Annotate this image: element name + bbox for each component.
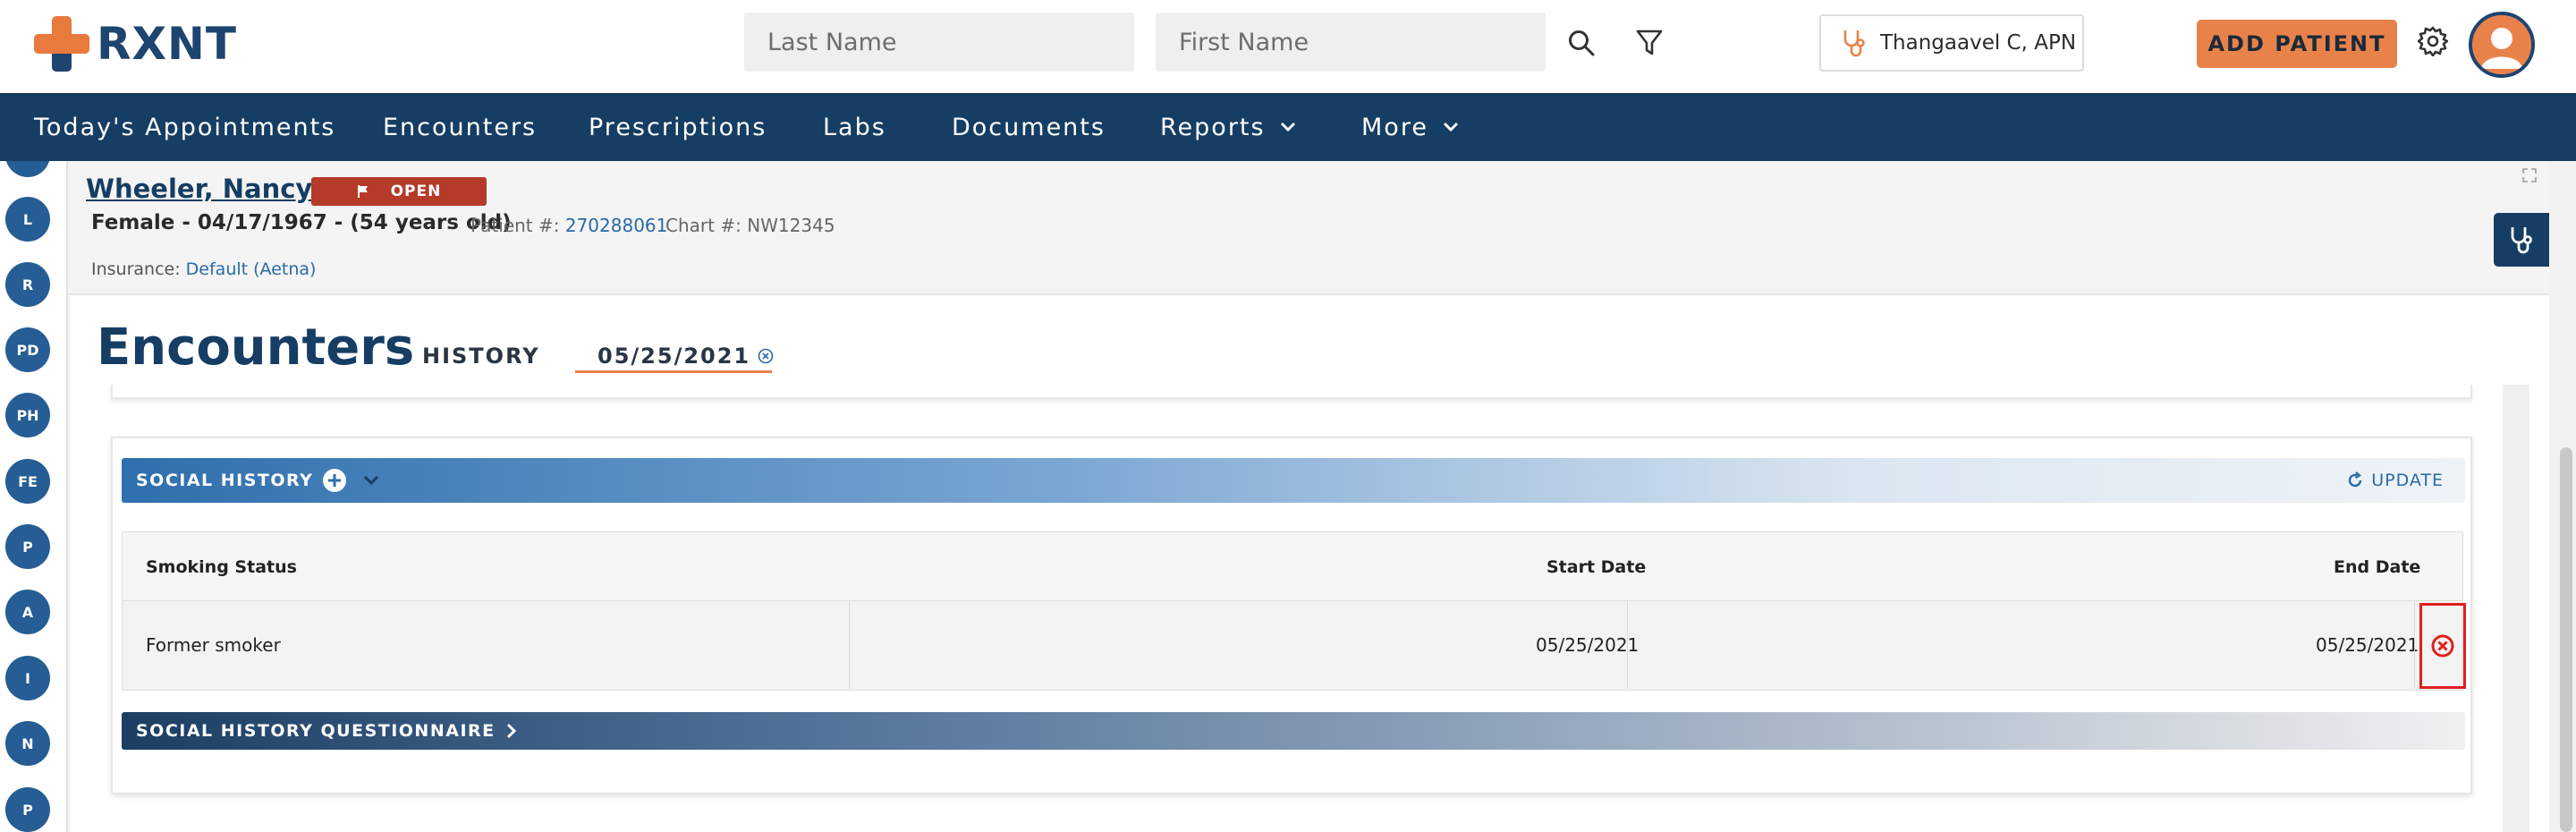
filter-icon[interactable]: [1630, 23, 1669, 63]
table-row[interactable]: Former smoker 05/25/2021 05/25/2021: [122, 601, 2466, 691]
rail-item[interactable]: I: [5, 656, 50, 700]
status-badge[interactable]: OPEN: [311, 177, 487, 206]
remove-circle-icon: [2430, 633, 2455, 658]
patient-number-label: Patient #:: [470, 215, 560, 236]
questionnaire-title: SOCIAL HISTORY QUESTIONNAIRE: [136, 712, 517, 750]
table-header: Smoking Status Start Date End Date: [122, 531, 2463, 601]
chevron-down-icon[interactable]: [363, 475, 379, 486]
active-tab-indicator: [575, 370, 772, 373]
patient-header: Wheeler, Nancy OPEN Female - 04/17/1967 …: [70, 161, 2549, 295]
clinical-panel-tab[interactable]: [2494, 213, 2549, 267]
rail-item-partial[interactable]: [5, 161, 50, 177]
nav-label: Encounters: [383, 113, 538, 141]
patient-name-link[interactable]: Wheeler, Nancy: [86, 174, 312, 204]
nav-item-encounters[interactable]: Encounters: [383, 93, 537, 161]
provider-selector[interactable]: Thangaavel C, APN: [1819, 14, 2084, 72]
stethoscope-icon: [2508, 225, 2535, 254]
chevron-down-icon: [1280, 122, 1296, 132]
tab-encounter-date[interactable]: 05/25/2021: [597, 344, 774, 369]
chart-number-label: Chart #:: [665, 215, 741, 236]
rail-item[interactable]: L: [5, 197, 50, 242]
nav-label: Prescriptions: [589, 113, 767, 141]
chart-number: Chart #: NW12345: [665, 215, 835, 236]
rail-item[interactable]: PD: [5, 327, 50, 372]
column-header-end-date: End Date: [2334, 557, 2421, 577]
expand-icon[interactable]: [2522, 168, 2537, 186]
nav-item-more[interactable]: More: [1361, 93, 1459, 161]
insurance-label: Insurance:: [91, 259, 181, 279]
status-text: OPEN: [390, 183, 442, 200]
stethoscope-icon: [1841, 29, 1868, 57]
end-date-cell: 05/25/2021: [2316, 634, 2419, 656]
tab-history[interactable]: HISTORY: [422, 344, 540, 369]
tab-label: 05/25/2021: [597, 344, 751, 369]
cell-divider: [1627, 601, 1628, 689]
refresh-icon: [2346, 471, 2364, 489]
flag-icon: [357, 184, 369, 199]
nav-item-labs[interactable]: Labs: [823, 93, 886, 161]
social-history-card: SOCIAL HISTORY UPDATE Smoking Status Sta…: [111, 437, 2472, 794]
previous-card-edge: [111, 385, 2472, 399]
rail-item[interactable]: N: [5, 721, 50, 766]
chevron-right-icon: [506, 723, 517, 739]
nav-item-todays-appointments[interactable]: Today's Appointments: [34, 93, 335, 161]
add-icon[interactable]: [322, 468, 347, 493]
logo-text: RXNT: [97, 18, 238, 70]
page-title: Encounters: [97, 318, 415, 377]
chart-number-value: NW12345: [747, 215, 835, 236]
patient-demographics: Female - 04/17/1967 - (54 years old): [91, 211, 512, 234]
rail-item[interactable]: R: [5, 262, 50, 307]
rail-item[interactable]: A: [5, 590, 50, 634]
social-history-title: SOCIAL HISTORY: [136, 458, 379, 503]
start-date-cell: 05/25/2021: [1536, 634, 1640, 656]
chevron-down-icon: [1443, 122, 1459, 132]
column-header-smoking-status: Smoking Status: [146, 557, 297, 577]
nav-label: Reports: [1160, 113, 1266, 141]
rxnt-logo[interactable]: RXNT: [34, 16, 237, 72]
update-label: UPDATE: [2371, 471, 2444, 490]
last-name-search-input[interactable]: [744, 13, 1134, 72]
insurance-link[interactable]: Default (Aetna): [186, 259, 317, 279]
questionnaire-title-text: SOCIAL HISTORY QUESTIONNAIRE: [136, 721, 496, 741]
nav-item-prescriptions[interactable]: Prescriptions: [589, 93, 767, 161]
nav-label: Today's Appointments: [34, 113, 336, 141]
user-avatar[interactable]: [2469, 12, 2535, 78]
cell-divider: [2414, 601, 2415, 689]
first-name-search-input[interactable]: [1156, 13, 1546, 72]
rail-item[interactable]: P: [5, 787, 50, 832]
content-scroll-track[interactable]: [2503, 385, 2529, 832]
remove-row-button[interactable]: [2419, 603, 2466, 689]
close-icon[interactable]: [758, 348, 774, 364]
insurance-info: Insurance: Default (Aetna): [91, 259, 316, 279]
search-icon[interactable]: [1562, 23, 1601, 63]
smoking-status-cell: Former smoker: [146, 634, 281, 656]
cell-divider: [849, 601, 850, 689]
nav-label: Documents: [952, 113, 1106, 141]
patient-number: Patient #: 270288061: [470, 215, 667, 236]
add-patient-button[interactable]: ADD PATIENT: [2197, 20, 2397, 68]
update-button[interactable]: UPDATE: [2346, 458, 2444, 503]
main-nav: Today's Appointments Encounters Prescrip…: [0, 93, 2576, 161]
social-history-questionnaire-header[interactable]: SOCIAL HISTORY QUESTIONNAIRE: [122, 712, 2465, 750]
gear-icon[interactable]: [2413, 21, 2453, 61]
nav-label: More: [1361, 113, 1428, 141]
column-header-start-date: Start Date: [1546, 557, 1647, 577]
patient-number-value[interactable]: 270288061: [565, 215, 668, 236]
page-scrollbar-thumb[interactable]: [2560, 447, 2572, 832]
provider-name: Thangaavel C, APN: [1880, 31, 2077, 55]
nav-item-reports[interactable]: Reports: [1160, 93, 1296, 161]
nav-label: Labs: [823, 113, 886, 141]
nav-item-documents[interactable]: Documents: [952, 93, 1106, 161]
chart-section-rail: L R PD PH FE P A I N P: [0, 161, 68, 832]
rail-item[interactable]: PH: [5, 393, 50, 437]
section-title-text: SOCIAL HISTORY: [136, 471, 314, 490]
rail-item[interactable]: P: [5, 524, 50, 569]
top-header: RXNT Thangaavel C, APN ADD PATIENT: [0, 0, 2576, 93]
logo-cross-icon: [34, 16, 89, 72]
social-history-header: SOCIAL HISTORY UPDATE: [122, 458, 2465, 503]
rail-item[interactable]: FE: [5, 459, 50, 504]
